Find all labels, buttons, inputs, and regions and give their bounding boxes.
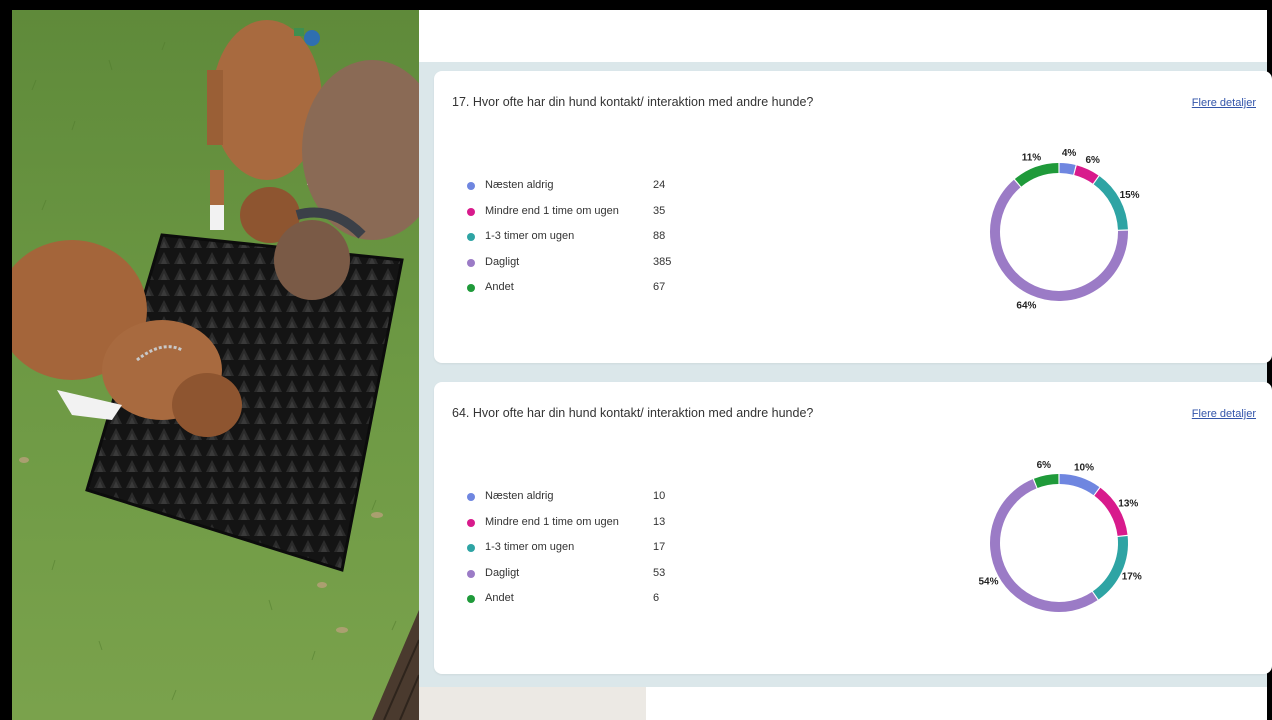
legend-item: Næsten aldrig 24 (467, 179, 697, 205)
legend-dot (467, 258, 475, 267)
slice-percent-label: 15% (1120, 190, 1140, 201)
legend-value: 88 (653, 230, 666, 242)
legend-dot (467, 518, 475, 527)
legend-value: 13 (653, 515, 666, 528)
donut-slice[interactable] (1092, 535, 1128, 600)
donut-slice[interactable] (1059, 474, 1100, 496)
slice-percent-label: 54% (978, 576, 998, 587)
legend-label: Dagligt (485, 566, 520, 579)
legend-dot (467, 493, 475, 501)
slice-percent-label: 17% (1122, 572, 1142, 583)
legend-dot (467, 544, 475, 552)
donut-chart: 4% 6% 15% 64% 11% (990, 148, 1140, 312)
question-title: 64. Hvor ofte har din hund kontakt/ inte… (452, 406, 814, 420)
slice-percent-label: 10% (1074, 462, 1094, 473)
legend-dot (467, 207, 475, 216)
donut-slice[interactable] (1059, 163, 1076, 175)
legend-label: Mindre end 1 time om ugen (485, 515, 619, 528)
legend: Næsten aldrig 10 Mindre end 1 time om ug… (467, 490, 697, 618)
legend-dot (467, 569, 475, 578)
legend-dot (467, 182, 475, 190)
screen: 17. Hvor ofte har din hund kontakt/ inte… (0, 0, 1272, 720)
legend-item: Andet 67 (467, 281, 697, 307)
legend-label: Dagligt (485, 255, 520, 268)
legend: Næsten aldrig 24 Mindre end 1 time om ug… (467, 179, 697, 307)
legend-label: Andet (485, 592, 514, 604)
legend-value: 67 (653, 281, 666, 293)
slice-percent-label: 4% (1062, 148, 1077, 159)
legend-item: Mindre end 1 time om ugen 35 (467, 205, 697, 231)
legend-dot (467, 284, 475, 292)
legend-label: Næsten aldrig (485, 490, 554, 502)
legend-value: 24 (653, 179, 666, 191)
legend-label: Mindre end 1 time om ugen (485, 204, 619, 217)
legend-value: 35 (653, 204, 666, 217)
more-details-link[interactable]: Flere detaljer (1192, 97, 1256, 109)
dogs-photo-illustration (12, 10, 419, 720)
legend-item: Dagligt 53 (467, 567, 697, 593)
slice-percent-label: 11% (1022, 152, 1042, 163)
legend-value: 6 (653, 592, 660, 604)
slice-percent-label: 6% (1086, 155, 1101, 166)
survey-results-panel: 17. Hvor ofte har din hund kontakt/ inte… (419, 10, 1272, 720)
more-details-link[interactable]: Flere detaljer (1192, 408, 1256, 420)
question-title: 17. Hvor ofte har din hund kontakt/ inte… (452, 95, 814, 109)
legend-item: Næsten aldrig 10 (467, 490, 697, 516)
donut-slice[interactable] (990, 179, 1128, 301)
legend-value: 10 (653, 490, 666, 502)
bottom-strip (419, 687, 646, 720)
donut-slice[interactable] (990, 479, 1098, 612)
question-card-64: 64. Hvor ofte har din hund kontakt/ inte… (434, 382, 1272, 674)
donut-slice[interactable] (1014, 163, 1059, 187)
legend-label: Næsten aldrig (485, 179, 554, 191)
slice-percent-label: 6% (1037, 460, 1052, 471)
frame-top (0, 0, 1272, 10)
legend-dot (467, 233, 475, 241)
legend-label: 1-3 timer om ugen (485, 230, 575, 242)
legend-value: 53 (653, 566, 666, 579)
legend-label: 1-3 timer om ugen (485, 541, 575, 553)
dogs-photo (12, 10, 419, 720)
question-card-17: 17. Hvor ofte har din hund kontakt/ inte… (434, 71, 1272, 363)
legend-item: Dagligt 385 (467, 256, 697, 282)
frame-left (0, 0, 12, 720)
donut-slice[interactable] (1074, 165, 1099, 184)
legend-dot (467, 595, 475, 603)
donut-slice[interactable] (1033, 474, 1059, 489)
legend-value: 17 (653, 541, 666, 553)
legend-label: Andet (485, 281, 514, 293)
legend-item: Mindre end 1 time om ugen 13 (467, 516, 697, 542)
slice-percent-label: 13% (1118, 499, 1138, 510)
legend-item: Andet 6 (467, 592, 697, 618)
legend-item: 1-3 timer om ugen 17 (467, 541, 697, 567)
donut-slice[interactable] (1093, 176, 1128, 230)
legend-item: 1-3 timer om ugen 88 (467, 230, 697, 256)
donut-chart: 10% 13% 17% 54% 6% (978, 460, 1142, 612)
legend-value: 385 (653, 255, 672, 268)
slice-percent-label: 64% (1016, 301, 1036, 312)
